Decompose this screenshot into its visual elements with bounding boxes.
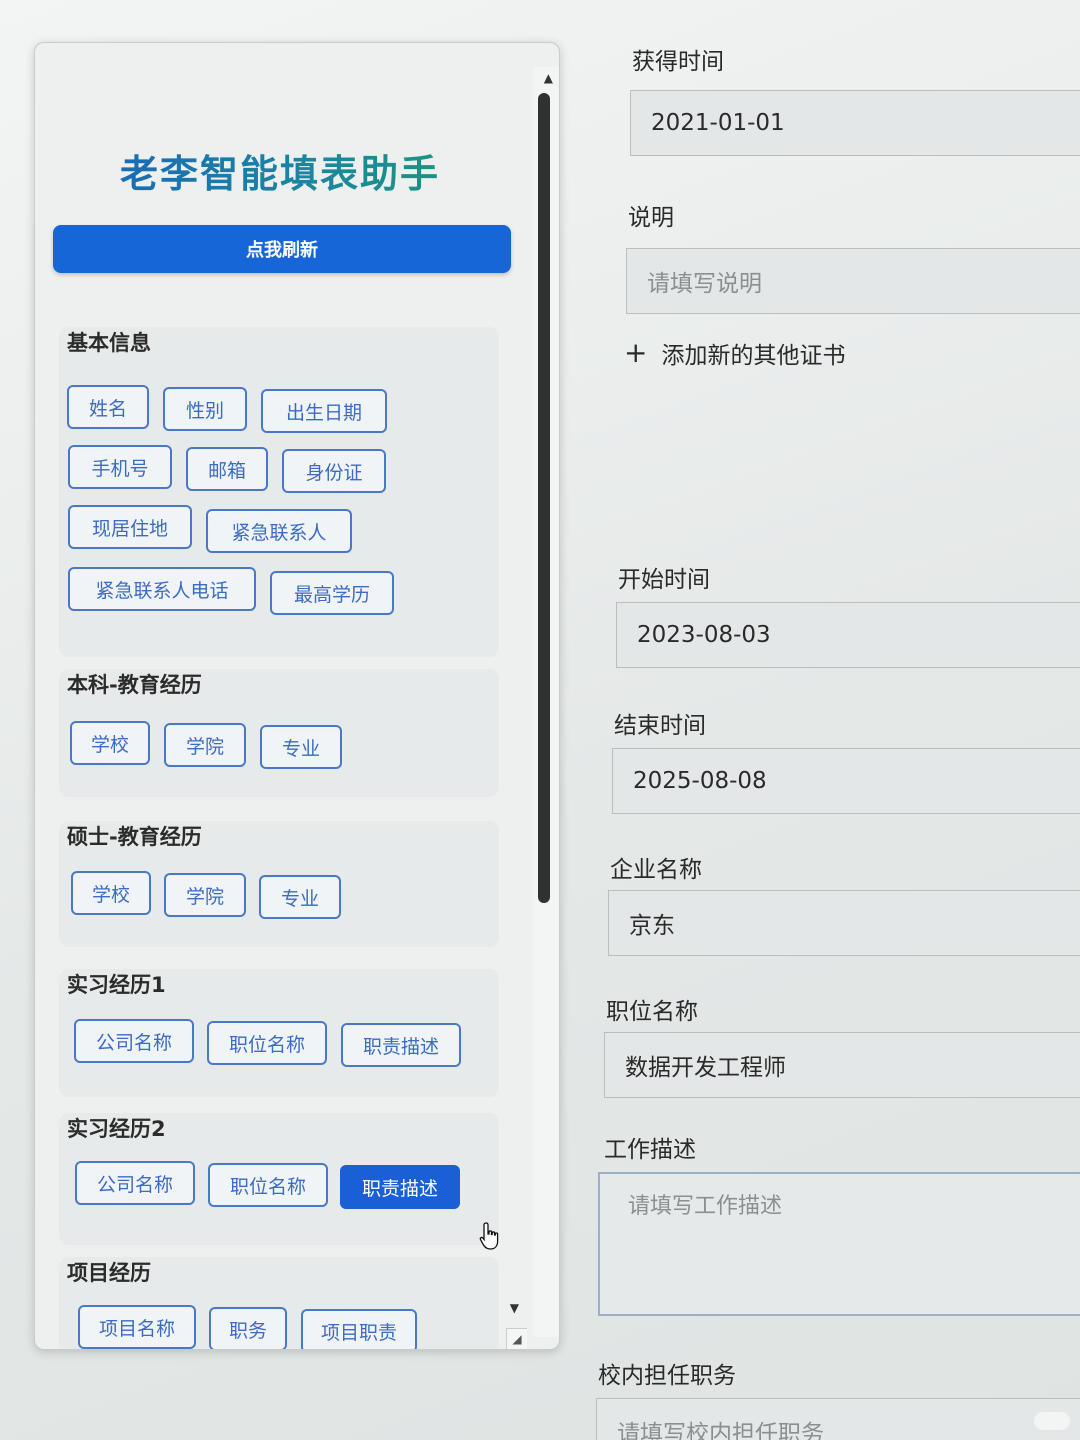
chip-emergency-phone[interactable]: 紧急联系人电话 xyxy=(68,567,256,611)
chip-college[interactable]: 学院 xyxy=(164,873,246,917)
plus-icon: + xyxy=(624,336,648,369)
section-title: 实习经历1 xyxy=(67,973,166,997)
chip-position-name[interactable]: 职位名称 xyxy=(207,1021,327,1065)
chip-project-duty[interactable]: 项目职责 xyxy=(301,1309,417,1349)
panel-title: 老李智能填表助手 xyxy=(35,143,525,198)
section-basic-info: 基本信息 姓名 性别 出生日期 手机号 邮箱 身份证 现居住地 紧急联系人 紧急… xyxy=(59,327,499,657)
end-time-label: 结束时间 xyxy=(614,713,706,739)
section-project-experience: 项目经历 项目名称 职务 项目职责 xyxy=(59,1257,499,1349)
note-input[interactable]: 请填写说明 xyxy=(626,248,1080,314)
chip-school[interactable]: 学校 xyxy=(70,721,150,765)
start-time-label: 开始时间 xyxy=(618,567,710,593)
screen: 老李智能填表助手 点我刷新 基本信息 姓名 性别 出生日期 手机号 邮箱 身份证… xyxy=(0,0,1080,1440)
resize-grip-icon[interactable]: ◢ xyxy=(506,1328,527,1349)
chip-position-name[interactable]: 职位名称 xyxy=(208,1163,328,1207)
fill-helper-panel: 老李智能填表助手 点我刷新 基本信息 姓名 性别 出生日期 手机号 邮箱 身份证… xyxy=(34,42,560,1350)
section-bachelor-education: 本科-教育经历 学校 学院 专业 xyxy=(59,669,499,797)
watermark-badge xyxy=(1034,1412,1070,1430)
chip-company-name[interactable]: 公司名称 xyxy=(74,1019,194,1063)
chip-major[interactable]: 专业 xyxy=(259,875,341,919)
campus-role-label: 校内担任职务 xyxy=(598,1363,736,1389)
chip-college[interactable]: 学院 xyxy=(164,723,246,767)
section-master-education: 硕士-教育经历 学校 学院 专业 xyxy=(59,821,499,947)
company-input[interactable]: 京东 xyxy=(608,890,1080,956)
add-certificate-label: 添加新的其他证书 xyxy=(661,343,846,369)
chip-email[interactable]: 邮箱 xyxy=(186,447,268,491)
chip-birthdate[interactable]: 出生日期 xyxy=(261,389,387,433)
end-time-input[interactable]: 2025-08-08 xyxy=(612,748,1080,814)
scrollbar-thumb[interactable] xyxy=(538,93,550,903)
chip-duty-description[interactable]: 职责描述 xyxy=(341,1023,461,1067)
chip-residence[interactable]: 现居住地 xyxy=(68,505,192,549)
chip-gender[interactable]: 性别 xyxy=(163,387,247,431)
position-input[interactable]: 数据开发工程师 xyxy=(604,1032,1080,1098)
chip-highest-degree[interactable]: 最高学历 xyxy=(270,571,394,615)
obtain-time-input[interactable]: 2021-01-01 xyxy=(630,90,1080,156)
section-internship-1: 实习经历1 公司名称 职位名称 职责描述 xyxy=(59,969,499,1097)
chip-duty-description-active[interactable]: 职责描述 xyxy=(340,1165,460,1209)
refresh-button[interactable]: 点我刷新 xyxy=(53,225,511,273)
section-title: 项目经历 xyxy=(67,1261,151,1285)
chip-emergency-contact[interactable]: 紧急联系人 xyxy=(206,509,352,553)
scroll-up-arrow-icon[interactable]: ▲ xyxy=(544,71,553,85)
chip-role[interactable]: 职务 xyxy=(209,1307,287,1349)
section-internship-2: 实习经历2 公司名称 职位名称 职责描述 xyxy=(59,1113,499,1245)
scroll-down-arrow-icon[interactable]: ▼ xyxy=(510,1301,519,1315)
chip-project-name[interactable]: 项目名称 xyxy=(78,1305,196,1349)
work-description-label: 工作描述 xyxy=(604,1137,696,1163)
section-title: 基本信息 xyxy=(67,331,151,355)
section-title: 硕士-教育经历 xyxy=(67,825,202,849)
obtain-time-label: 获得时间 xyxy=(632,49,724,75)
section-title: 本科-教育经历 xyxy=(67,673,202,697)
add-certificate-link[interactable]: + 添加新的其他证书 xyxy=(624,336,845,370)
chip-school[interactable]: 学校 xyxy=(71,871,151,915)
position-label: 职位名称 xyxy=(606,999,698,1025)
company-label: 企业名称 xyxy=(610,857,702,883)
chip-name[interactable]: 姓名 xyxy=(67,385,149,429)
chip-company-name[interactable]: 公司名称 xyxy=(75,1161,195,1205)
start-time-input[interactable]: 2023-08-03 xyxy=(616,602,1080,668)
hand-cursor-icon xyxy=(479,1222,499,1250)
campus-role-input[interactable]: 请填写校内担任职务 xyxy=(596,1398,1080,1440)
section-title: 实习经历2 xyxy=(67,1117,166,1141)
work-description-textarea[interactable]: 请填写工作描述 xyxy=(598,1172,1080,1316)
note-label: 说明 xyxy=(628,205,674,231)
chip-phone[interactable]: 手机号 xyxy=(68,445,172,489)
chip-major[interactable]: 专业 xyxy=(260,725,342,769)
chip-id-card[interactable]: 身份证 xyxy=(282,449,386,493)
